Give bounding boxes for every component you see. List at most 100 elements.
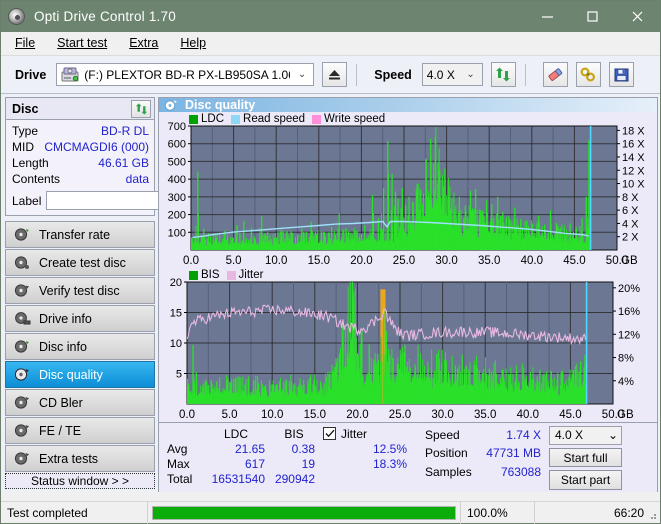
- result-position-value: 47731 MB: [486, 446, 541, 460]
- svg-text:18 X: 18 X: [622, 125, 645, 137]
- table-row: Avg 21.65 0.38 12.5%: [163, 441, 411, 456]
- result-meta: Speed 1.74 X Position 47731 MB Samples 7…: [425, 426, 541, 490]
- svg-text:45.0: 45.0: [559, 409, 581, 421]
- resize-grip-icon[interactable]: [646, 509, 657, 520]
- sidebar-item-cd-bler[interactable]: CD Bler: [5, 389, 155, 416]
- sidebar-item-label: Transfer rate: [39, 227, 111, 242]
- title-bar: Opti Drive Control 1.70: [1, 1, 660, 32]
- sidebar-item-transfer-rate[interactable]: Transfer rate: [5, 221, 155, 248]
- svg-text:10.0: 10.0: [261, 409, 283, 421]
- total-ldc: 16531540: [211, 471, 265, 486]
- svg-text:0.0: 0.0: [183, 255, 199, 267]
- start-full-label: Start full: [563, 450, 608, 465]
- sidebar-item-disc-info[interactable]: Disc info: [5, 333, 155, 360]
- refresh-button[interactable]: [490, 62, 516, 87]
- svg-text:8 X: 8 X: [622, 192, 639, 204]
- row-name-avg: Avg: [167, 441, 188, 456]
- svg-text:40.0: 40.0: [521, 255, 543, 267]
- jitter-checkbox[interactable]: [323, 427, 336, 440]
- jitter-header: Jitter: [323, 427, 407, 441]
- legend-entry-bis: BIS: [189, 269, 220, 281]
- disc-refresh-button[interactable]: [131, 99, 151, 118]
- disc-test-icon: [14, 228, 29, 241]
- erase-button[interactable]: [542, 62, 568, 87]
- panel-title: Disc quality: [185, 98, 256, 112]
- minimize-icon[interactable]: [525, 1, 570, 32]
- close-icon[interactable]: [615, 1, 660, 32]
- eject-button[interactable]: [322, 62, 348, 87]
- svg-text:30.0: 30.0: [431, 409, 453, 421]
- sidebar-item-label: FE / TE: [39, 423, 82, 438]
- max-ldc: 617: [244, 456, 265, 471]
- toolbar: Drive (F:) PLEXTOR BD-R PX-LB950SA 1.06 …: [1, 56, 660, 94]
- action-buttons: 4.0 X ⌄ Start full Start part: [549, 426, 622, 490]
- legend-entry-ldc: LDC: [189, 113, 224, 125]
- start-part-button[interactable]: Start part: [549, 470, 622, 490]
- sidebar-item-drive-info[interactable]: Drive info: [5, 305, 155, 332]
- ldc-plot: 100 200 300 400 500 600 700 2 X 4 X6 X8 X10 X 12 …: [168, 121, 646, 267]
- disc-label-key: Label: [12, 193, 42, 208]
- legend-swatch: [189, 114, 198, 124]
- disc-row-key: Type: [12, 124, 39, 138]
- disc-row-key: Contents: [12, 172, 61, 186]
- legend-entry-read-speed: Read speed: [231, 113, 305, 125]
- disc-row-value: BD-R DL: [100, 124, 149, 138]
- window-controls: [525, 1, 660, 32]
- sidebar-item-label: Disc quality: [39, 367, 103, 382]
- charts-area: LDC Read speed Write speed 100 200 300 400 5…: [159, 112, 657, 422]
- status-window-button[interactable]: Status window > >: [5, 473, 155, 489]
- results-panel: LDC BIS Jitter Avg 21.65 0.38 12.5% Max …: [159, 422, 657, 492]
- progress-cell: [148, 501, 461, 524]
- ldc-chart: LDC Read speed Write speed 100 200 300 400 5…: [161, 113, 655, 268]
- status-message: Test completed: [1, 501, 148, 524]
- sidebar-item-disc-quality[interactable]: Disc quality: [5, 361, 155, 388]
- result-speed-select[interactable]: 4.0 X ⌄: [549, 426, 622, 445]
- menu-start-test-label: Start test: [57, 36, 108, 50]
- check-icon: [325, 429, 334, 438]
- avg-jitter: 12.5%: [372, 441, 407, 456]
- disc-row-value: CMCMAGDI6 (000): [44, 140, 149, 154]
- svg-text:20: 20: [170, 277, 182, 289]
- table-row: Max 617 19 18.3%: [163, 456, 411, 471]
- svg-text:10: 10: [170, 338, 182, 350]
- svg-text:20.0: 20.0: [346, 409, 368, 421]
- menu-start-test[interactable]: Start test: [51, 34, 117, 53]
- svg-text:20.0: 20.0: [350, 255, 372, 267]
- total-bis: 290942: [274, 471, 315, 486]
- svg-text:40.0: 40.0: [517, 409, 539, 421]
- max-bis: 19: [301, 456, 315, 471]
- content-panel: Disc quality LDC Read speed Write speed …: [158, 97, 658, 492]
- progress-fill: [153, 506, 455, 519]
- menu-help[interactable]: Help: [174, 34, 216, 53]
- save-icon: [614, 68, 629, 81]
- sidebar-item-label: Disc info: [39, 339, 87, 354]
- refresh-icon: [135, 102, 147, 115]
- drive-select[interactable]: (F:) PLEXTOR BD-R PX-LB950SA 1.06 ⌄: [56, 63, 315, 86]
- svg-text:15.0: 15.0: [308, 255, 330, 267]
- sidebar-item-create-test-disc[interactable]: Create test disc: [5, 249, 155, 276]
- main-body: Disc Type BD-R DL MID CMCMAGDI6 (000) Le…: [1, 94, 660, 492]
- results-table: LDC BIS Jitter Avg 21.65 0.38 12.5% Max …: [163, 426, 411, 490]
- tools-button[interactable]: [575, 62, 601, 87]
- legend-swatch: [226, 270, 236, 280]
- sidebar-item-verify-test-disc[interactable]: Verify test disc: [5, 277, 155, 304]
- menu-file[interactable]: File: [9, 34, 45, 53]
- svg-text:14 X: 14 X: [622, 152, 645, 164]
- sidebar-item-fe-te[interactable]: FE / TE: [5, 417, 155, 444]
- menu-extra[interactable]: Extra: [123, 34, 168, 53]
- row-name-max: Max: [167, 456, 190, 471]
- tools-icon: [580, 67, 596, 82]
- save-button[interactable]: [608, 62, 634, 87]
- sidebar-item-extra-tests[interactable]: Extra tests: [5, 445, 155, 472]
- total-jitter: [319, 471, 411, 486]
- window-title: Opti Drive Control 1.70: [34, 9, 176, 24]
- svg-text:35.0: 35.0: [478, 255, 500, 267]
- sidebar-item-label: Drive info: [39, 311, 92, 326]
- legend-label: LDC: [201, 113, 225, 125]
- legend-swatch: [231, 114, 241, 124]
- maximize-icon[interactable]: [570, 1, 615, 32]
- result-samples-key: Samples: [425, 464, 472, 479]
- menu-file-label: File: [15, 36, 36, 50]
- speed-select[interactable]: 4.0 X ⌄: [421, 63, 483, 86]
- start-full-button[interactable]: Start full: [549, 447, 622, 468]
